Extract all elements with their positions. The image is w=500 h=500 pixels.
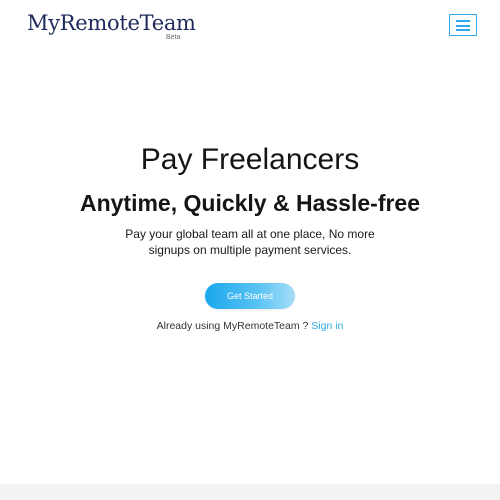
site-header: MyRemoteTeam Beta [0, 0, 500, 52]
get-started-button[interactable]: Get Started [205, 283, 295, 309]
brand-logo[interactable]: MyRemoteTeam Beta [27, 11, 196, 41]
hero-subtitle: Anytime, Quickly & Hassle-free [79, 190, 421, 216]
hero-title: Pay Freelancers [140, 143, 360, 176]
menu-button[interactable] [449, 14, 477, 36]
beta-badge: Beta [166, 34, 181, 41]
signin-prompt-text: Already using MyRemoteTeam ? [156, 320, 312, 332]
brand-name: MyRemoteTeam [27, 11, 196, 35]
signin-prompt-row: Already using MyRemoteTeam ? Sign in [0, 320, 500, 332]
sign-in-link[interactable]: Sign in [311, 320, 343, 332]
hero-description: Pay your global team all at one place, N… [125, 227, 375, 257]
hero-section: Pay Freelancers Anytime, Quickly & Hassl… [0, 140, 500, 258]
footer-band [0, 484, 500, 500]
